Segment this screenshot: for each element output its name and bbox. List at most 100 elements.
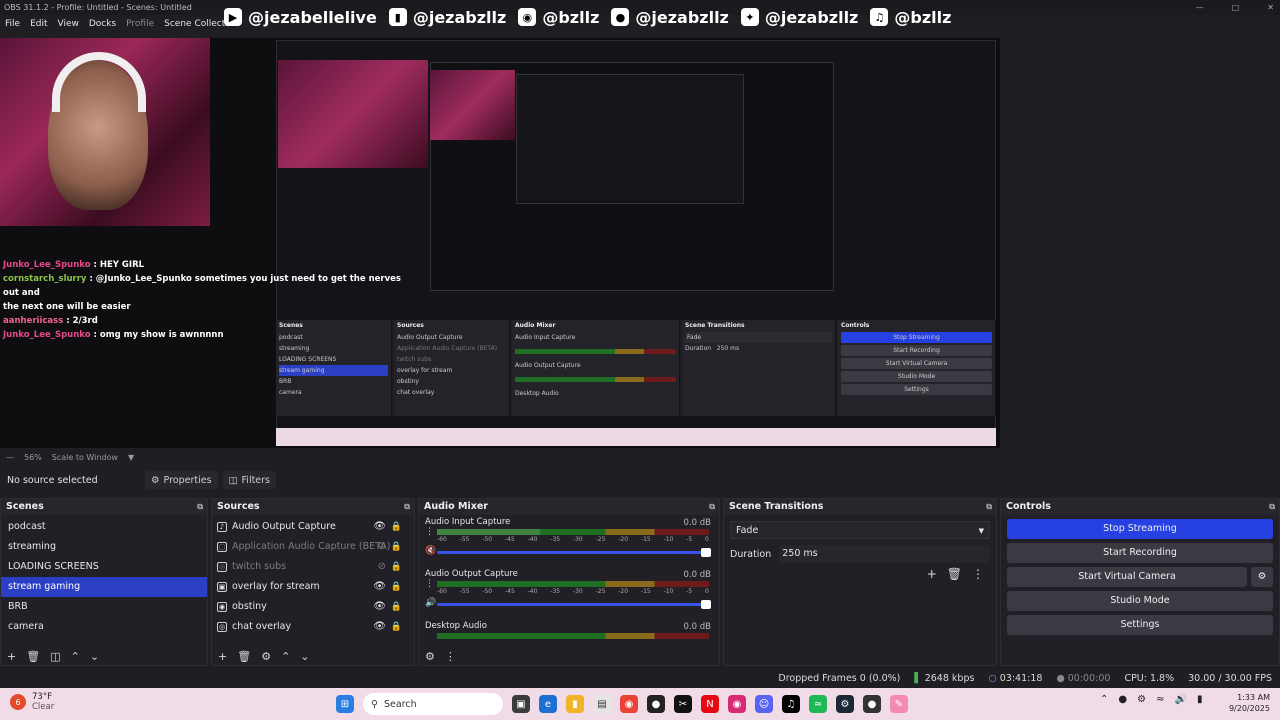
edge-icon[interactable]: e xyxy=(539,695,557,713)
menu-edit[interactable]: Edit xyxy=(25,19,52,29)
wifi-icon[interactable]: ≈ xyxy=(1156,694,1164,705)
image-icon: ▣ xyxy=(217,582,227,592)
paint-icon[interactable]: ✎ xyxy=(890,695,908,713)
move-up-icon[interactable]: ⌃ xyxy=(71,650,80,663)
lock-icon[interactable]: 🔒 xyxy=(391,557,402,577)
volume-icon[interactable]: 🔊 xyxy=(1174,694,1186,705)
undock-icon[interactable]: ⧉ xyxy=(986,499,992,515)
kebab-menu-icon[interactable]: ⋮ xyxy=(425,527,434,537)
undock-icon[interactable]: ⧉ xyxy=(197,499,203,515)
lock-icon[interactable]: 🔒 xyxy=(391,597,402,617)
discord-icon[interactable]: ☺ xyxy=(755,695,773,713)
scene-item[interactable]: camera xyxy=(1,617,207,637)
eye-icon[interactable]: 👁 xyxy=(373,577,386,597)
maximize-icon[interactable]: □ xyxy=(1232,0,1240,15)
undock-icon[interactable]: ⧉ xyxy=(1269,499,1275,515)
obs-tray-icon[interactable]: ● xyxy=(1118,694,1127,705)
settings-button[interactable]: Settings xyxy=(1007,615,1273,635)
slider-knob[interactable] xyxy=(701,548,711,557)
gear-icon[interactable]: ⚙ xyxy=(1251,567,1273,587)
windows-start-icon[interactable]: ⊞ xyxy=(336,695,354,713)
mixer-settings-icon[interactable]: ⚙ xyxy=(425,650,435,663)
add-icon[interactable]: + xyxy=(218,650,227,663)
move-down-icon[interactable]: ⌄ xyxy=(90,650,99,663)
gear-icon[interactable]: ⚙ xyxy=(261,650,271,663)
trash-icon[interactable]: 🗑 xyxy=(26,650,40,663)
lock-icon[interactable]: 🔒 xyxy=(391,577,402,597)
menu-docks[interactable]: Docks xyxy=(84,19,121,29)
move-down-icon[interactable]: ⌄ xyxy=(300,650,309,663)
speaker-icon[interactable]: 🔊 xyxy=(425,598,436,608)
taskbar-clock[interactable]: 1:33 AM 9/20/2025 xyxy=(1212,692,1270,714)
scene-item[interactable]: LOADING SCREENS xyxy=(1,557,207,577)
filters-button[interactable]: ◫ Filters xyxy=(222,471,277,489)
move-up-icon[interactable]: ⌃ xyxy=(281,650,290,663)
obs-icon[interactable]: ● xyxy=(647,695,665,713)
capcut-icon[interactable]: ✂ xyxy=(674,695,692,713)
kebab-menu-icon[interactable]: ⋮ xyxy=(445,650,456,663)
zoom-mode[interactable]: Scale to Window xyxy=(52,453,118,462)
notes-icon[interactable]: ▤ xyxy=(593,695,611,713)
studio-mode-button[interactable]: Studio Mode xyxy=(1007,591,1273,611)
steam-tray-icon[interactable]: ⚙ xyxy=(1137,694,1146,705)
close-icon[interactable]: ✕ xyxy=(1267,0,1274,15)
start-recording-button[interactable]: Start Recording xyxy=(1007,543,1273,563)
scene-item[interactable]: streaming xyxy=(1,537,207,557)
chevron-down-icon[interactable]: ▼ xyxy=(128,453,134,462)
spotify-icon[interactable]: ≈ xyxy=(809,695,827,713)
obs-studio-icon[interactable]: ● xyxy=(863,695,881,713)
source-item[interactable]: ◎ twitch subs ⊘ 🔒 xyxy=(212,557,414,577)
menu-profile[interactable]: Profile xyxy=(121,19,159,29)
kebab-menu-icon[interactable]: ⋮ xyxy=(972,567,984,581)
battery-icon[interactable]: ▮ xyxy=(1197,694,1203,705)
slider-knob[interactable] xyxy=(701,600,711,609)
filter-icon[interactable]: ◫ xyxy=(50,650,60,663)
eye-hidden-icon[interactable]: ⊘ xyxy=(378,537,386,557)
zoom-minus-icon[interactable]: — xyxy=(6,453,14,462)
trash-icon[interactable]: 🗑 xyxy=(237,650,251,663)
source-item[interactable]: ▢ Application Audio Capture (BETA) ⊘ 🔒 xyxy=(212,537,414,557)
properties-button[interactable]: ⚙ Properties xyxy=(145,471,218,489)
scene-item[interactable]: podcast xyxy=(1,517,207,537)
source-item[interactable]: ◉ obstiny 👁 🔒 xyxy=(212,597,414,617)
chrome-icon[interactable]: ◉ xyxy=(620,695,638,713)
eye-icon[interactable]: 👁 xyxy=(373,517,386,537)
weather-widget[interactable]: 6 73°F Clear xyxy=(10,692,54,712)
tiktok-icon[interactable]: ♫ xyxy=(782,695,800,713)
lock-icon[interactable]: 🔒 xyxy=(391,517,402,537)
minimize-icon[interactable]: — xyxy=(1196,0,1204,15)
scene-item-selected[interactable]: stream gaming xyxy=(1,577,207,597)
netflix-icon[interactable]: N xyxy=(701,695,719,713)
file-explorer-icon[interactable]: ▮ xyxy=(566,695,584,713)
menu-view[interactable]: View xyxy=(53,19,84,29)
trash-icon[interactable]: 🗑 xyxy=(947,567,962,581)
source-item[interactable]: ◎ chat overlay 👁 🔒 xyxy=(212,617,414,637)
instagram-icon[interactable]: ◉ xyxy=(728,695,746,713)
undock-icon[interactable]: ⧉ xyxy=(404,499,410,515)
menu-file[interactable]: File xyxy=(0,19,25,29)
transition-select[interactable]: Fade ▼ xyxy=(730,521,990,539)
taskbar-search[interactable]: ⚲ Search xyxy=(363,693,503,715)
scene-item[interactable]: BRB xyxy=(1,597,207,617)
chevron-up-icon[interactable]: ⌃ xyxy=(1100,694,1108,705)
kebab-menu-icon[interactable]: ⋮ xyxy=(425,579,434,589)
source-item[interactable]: ▣ overlay for stream 👁 🔒 xyxy=(212,577,414,597)
source-item[interactable]: ♪ Audio Output Capture 👁 🔒 xyxy=(212,517,414,537)
undock-icon[interactable]: ⧉ xyxy=(709,499,715,515)
duration-input[interactable]: 250 ms xyxy=(779,545,990,563)
add-icon[interactable]: + xyxy=(927,567,937,581)
eye-hidden-icon[interactable]: ⊘ xyxy=(378,557,386,577)
volume-slider[interactable] xyxy=(437,548,711,557)
eye-icon[interactable]: 👁 xyxy=(373,597,386,617)
stop-streaming-button[interactable]: Stop Streaming xyxy=(1007,519,1273,539)
clock-time: 1:33 AM xyxy=(1237,693,1270,702)
volume-slider[interactable] xyxy=(437,600,711,609)
steam-icon[interactable]: ⚙ xyxy=(836,695,854,713)
muted-speaker-icon[interactable]: 🔇 xyxy=(425,546,436,556)
start-virtual-camera-button[interactable]: Start Virtual Camera xyxy=(1007,567,1247,587)
lock-icon[interactable]: 🔒 xyxy=(391,617,402,637)
eye-icon[interactable]: 👁 xyxy=(373,617,386,637)
add-icon[interactable]: + xyxy=(7,650,16,663)
lock-icon[interactable]: 🔒 xyxy=(391,537,402,557)
task-view-icon[interactable]: ▣ xyxy=(512,695,530,713)
